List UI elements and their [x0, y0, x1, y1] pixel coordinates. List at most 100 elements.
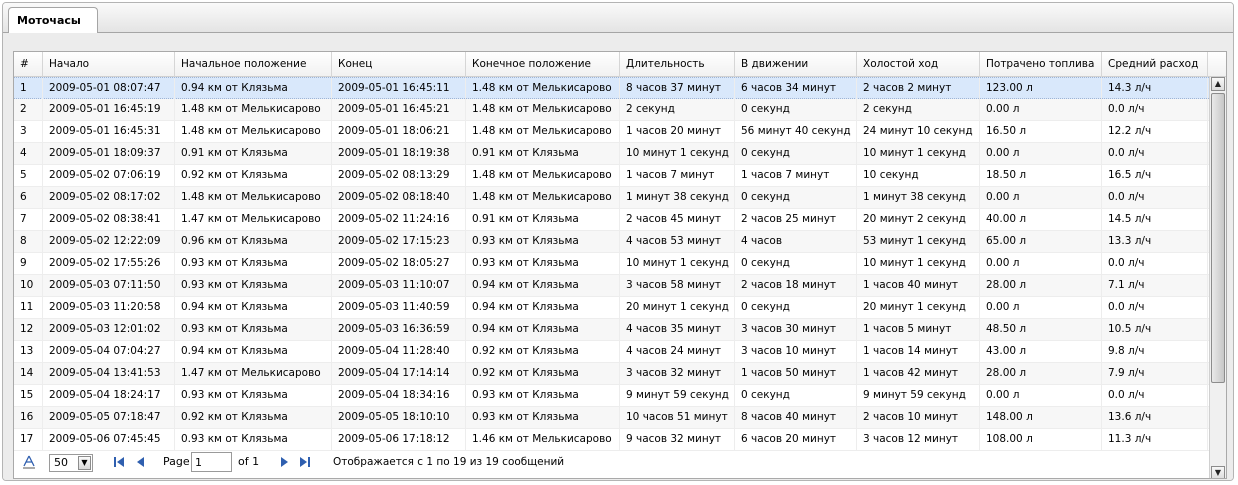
- cell-start: 2009-05-01 18:09:37: [43, 143, 175, 164]
- scroll-up-button[interactable]: ▲: [1211, 77, 1225, 91]
- table-row[interactable]: 5 2009-05-02 07:06:19 0.92 км от Клязьма 20…: [14, 165, 1209, 187]
- chevron-down-icon[interactable]: ▼: [78, 456, 91, 470]
- cell-start-position: 0.91 км от Клязьма: [175, 143, 332, 164]
- filter-icon[interactable]: [21, 454, 37, 470]
- cell-fuel-used: 0.00 л: [980, 99, 1102, 120]
- cell-end-position: 1.48 км от Мелькисарово: [466, 187, 620, 208]
- cell-end: 2009-05-04 18:34:16: [332, 385, 466, 406]
- table-row[interactable]: 4 2009-05-01 18:09:37 0.91 км от Клязьма 20…: [14, 143, 1209, 165]
- cell-end-position: 1.48 км от Мелькисарово: [466, 78, 620, 99]
- cell-end-position: 0.91 км от Клязьма: [466, 209, 620, 230]
- cell-moving: 56 минут 40 секунд: [735, 121, 857, 142]
- cell-start: 2009-05-02 08:38:41: [43, 209, 175, 230]
- cell-start-position: 0.96 км от Клязьма: [175, 231, 332, 252]
- cell-start: 2009-05-02 07:06:19: [43, 165, 175, 186]
- cell-moving: 4 часов: [735, 231, 857, 252]
- cell-idle: 10 минут 1 секунд: [857, 253, 980, 274]
- page-size-select[interactable]: 50 ▼: [49, 454, 93, 472]
- cell-avg-consumption: 0.0 л/ч: [1102, 385, 1208, 406]
- column-header-fuel-used[interactable]: Потрачено топлива: [980, 52, 1102, 77]
- cell-duration: 4 часов 24 минут: [620, 341, 735, 362]
- cell-start-position: 1.48 км от Мелькисарово: [175, 187, 332, 208]
- cell-moving: 0 секунд: [735, 297, 857, 318]
- cell-start: 2009-05-04 07:04:27: [43, 341, 175, 362]
- cell-fuel-used: 40.00 л: [980, 209, 1102, 230]
- prev-page-icon[interactable]: [134, 455, 148, 469]
- cell-duration: 20 минут 1 секунд: [620, 297, 735, 318]
- cell-num: 14: [14, 363, 43, 384]
- cell-start-position: 0.94 км от Клязьма: [175, 341, 332, 362]
- cell-moving: 1 часов 50 минут: [735, 363, 857, 384]
- table-row[interactable]: 2 2009-05-01 16:45:19 1.48 км от Мелькисар…: [14, 99, 1209, 121]
- cell-num: 13: [14, 341, 43, 362]
- cell-idle: 1 часов 40 минут: [857, 275, 980, 296]
- column-header-idle[interactable]: Холостой ход: [857, 52, 980, 77]
- table-row[interactable]: 15 2009-05-04 18:24:17 0.93 км от Клязьма 2…: [14, 385, 1209, 407]
- cell-start: 2009-05-01 08:07:47: [43, 78, 175, 99]
- cell-idle: 2 часов 10 минут: [857, 407, 980, 428]
- first-page-icon[interactable]: [112, 455, 126, 469]
- cell-fuel-used: 0.00 л: [980, 143, 1102, 164]
- cell-idle: 10 минут 1 секунд: [857, 143, 980, 164]
- cell-idle: 1 часов 14 минут: [857, 341, 980, 362]
- cell-idle: 53 минут 1 секунд: [857, 231, 980, 252]
- cell-moving: 0 секунд: [735, 187, 857, 208]
- cell-idle: 2 часов 2 минут: [857, 78, 980, 99]
- cell-num: 3: [14, 121, 43, 142]
- cell-end-position: 0.93 км от Клязьма: [466, 253, 620, 274]
- cell-end: 2009-05-02 08:13:29: [332, 165, 466, 186]
- cell-fuel-used: 148.00 л: [980, 407, 1102, 428]
- cell-fuel-used: 28.00 л: [980, 275, 1102, 296]
- cell-moving: 3 часов 10 минут: [735, 341, 857, 362]
- column-header-num[interactable]: #: [14, 52, 43, 77]
- column-header-moving[interactable]: В движении: [735, 52, 857, 77]
- cell-avg-consumption: 16.5 л/ч: [1102, 165, 1208, 186]
- cell-start-position: 0.94 км от Клязьма: [175, 297, 332, 318]
- cell-idle: 10 секунд: [857, 165, 980, 186]
- next-page-icon[interactable]: [277, 455, 291, 469]
- table-row[interactable]: 16 2009-05-05 07:18:47 0.92 км от Клязьма 2…: [14, 407, 1209, 429]
- column-header-start-position[interactable]: Начальное положение: [175, 52, 332, 77]
- column-header-avg-consumption[interactable]: Средний расход: [1102, 52, 1208, 77]
- cell-num: 12: [14, 319, 43, 340]
- cell-end-position: 0.91 км от Клязьма: [466, 143, 620, 164]
- cell-avg-consumption: 14.3 л/ч: [1102, 78, 1208, 99]
- table-row[interactable]: 14 2009-05-04 13:41:53 1.47 км от Мелькиса…: [14, 363, 1209, 385]
- table-row[interactable]: 7 2009-05-02 08:38:41 1.47 км от Мелькисар…: [14, 209, 1209, 231]
- column-header-duration[interactable]: Длительность: [620, 52, 735, 77]
- table-row[interactable]: 6 2009-05-02 08:17:02 1.48 км от Мелькисар…: [14, 187, 1209, 209]
- cell-idle: 1 минут 38 секунд: [857, 187, 980, 208]
- table-row[interactable]: 3 2009-05-01 16:45:31 1.48 км от Мелькисар…: [14, 121, 1209, 143]
- cell-num: 10: [14, 275, 43, 296]
- scroll-thumb[interactable]: [1211, 93, 1225, 383]
- cell-start-position: 1.47 км от Мелькисарово: [175, 209, 332, 230]
- column-header-end[interactable]: Конец: [332, 52, 466, 77]
- cell-end-position: 0.94 км от Клязьма: [466, 297, 620, 318]
- vertical-scrollbar[interactable]: ▲ ▼: [1209, 77, 1226, 478]
- cell-end-position: 1.48 км от Мелькисарово: [466, 99, 620, 120]
- table-row[interactable]: 11 2009-05-03 11:20:58 0.94 км от Клязьма 2…: [14, 297, 1209, 319]
- table-row[interactable]: 8 2009-05-02 12:22:09 0.96 км от Клязьма 20…: [14, 231, 1209, 253]
- cell-num: 8: [14, 231, 43, 252]
- page-label: Page: [163, 455, 190, 468]
- page-number-input[interactable]: [191, 452, 232, 472]
- table-row[interactable]: 1 2009-05-01 08:07:47 0.94 км от Клязьма 20…: [14, 77, 1209, 99]
- tab-motohours[interactable]: Моточасы: [8, 7, 98, 34]
- last-page-icon[interactable]: [298, 455, 312, 469]
- cell-start-position: 0.93 км от Клязьма: [175, 275, 332, 296]
- table-row[interactable]: 9 2009-05-02 17:55:26 0.93 км от Клязьма 20…: [14, 253, 1209, 275]
- cell-end-position: 1.48 км от Мелькисарово: [466, 165, 620, 186]
- table-row[interactable]: 10 2009-05-03 07:11:50 0.93 км от Клязьма 2…: [14, 275, 1209, 297]
- cell-avg-consumption: 0.0 л/ч: [1102, 187, 1208, 208]
- column-header-end-position[interactable]: Конечное положение: [466, 52, 620, 77]
- cell-num: 16: [14, 407, 43, 428]
- table-row[interactable]: 13 2009-05-04 07:04:27 0.94 км от Клязьма 2…: [14, 341, 1209, 363]
- table-row[interactable]: 12 2009-05-03 12:01:02 0.93 км от Клязьма 2…: [14, 319, 1209, 341]
- cell-end-position: 0.93 км от Клязьма: [466, 231, 620, 252]
- cell-avg-consumption: 13.3 л/ч: [1102, 231, 1208, 252]
- cell-moving: 0 секунд: [735, 385, 857, 406]
- column-header-start[interactable]: Начало: [43, 52, 175, 77]
- cell-moving: 1 часов 7 минут: [735, 165, 857, 186]
- cell-avg-consumption: 0.0 л/ч: [1102, 253, 1208, 274]
- cell-num: 7: [14, 209, 43, 230]
